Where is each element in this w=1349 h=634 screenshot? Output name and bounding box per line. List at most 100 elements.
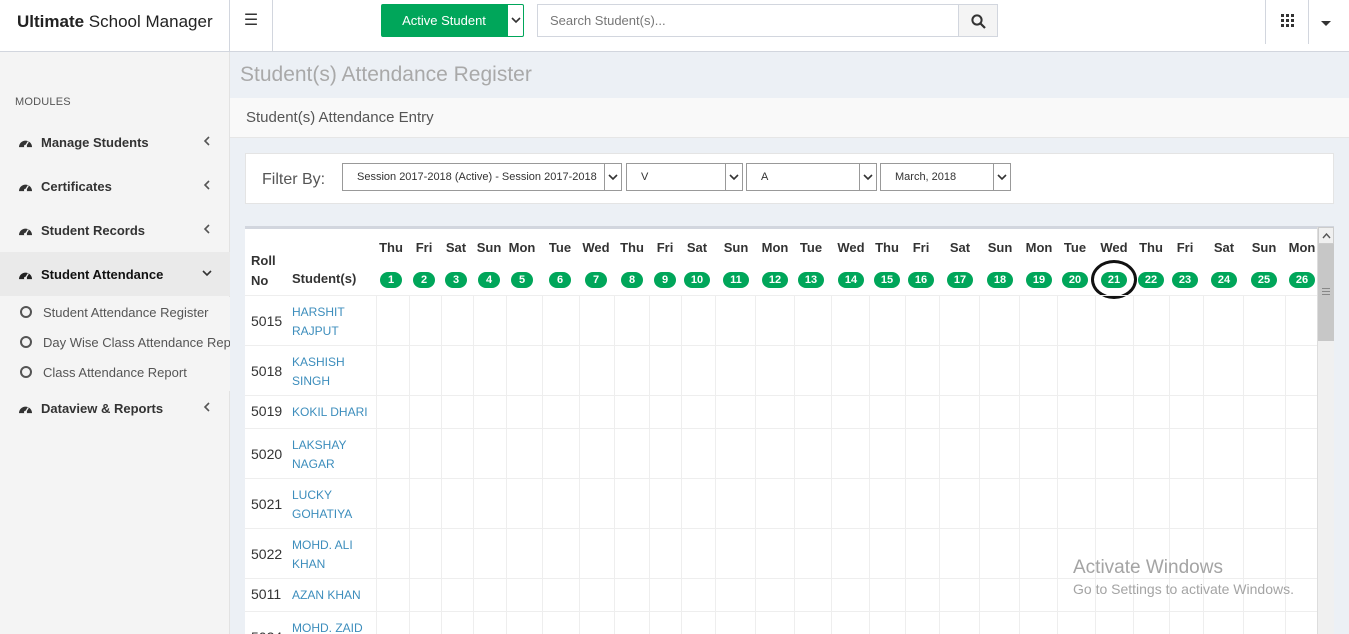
sidebar-item-student-attendance[interactable]: Student Attendance xyxy=(0,252,230,296)
day-number-badge[interactable]: 14 xyxy=(838,272,864,288)
day-name-header: Sat xyxy=(949,240,971,255)
section-value: A xyxy=(761,171,769,183)
sidebar-item-label: Dataview & Reports xyxy=(41,400,164,416)
session-select[interactable]: Session 2017-2018 (Active) - Session 201… xyxy=(342,163,622,191)
day-number-badge[interactable]: 15 xyxy=(874,272,900,288)
chevron-down-icon xyxy=(608,174,618,181)
day-number-badge[interactable]: 18 xyxy=(987,272,1013,288)
student-header: Student(s) xyxy=(292,271,357,286)
windows-watermark-subtitle: Go to Settings to activate Windows. xyxy=(1073,581,1294,597)
day-number-badge[interactable]: 24 xyxy=(1211,272,1237,288)
student-name-link[interactable]: MOHD. ALI KHAN xyxy=(292,536,372,574)
month-select[interactable]: March, 2018 xyxy=(880,163,1011,191)
top-navbar: Ultimate School Manager ☰ Active Student xyxy=(0,0,1349,52)
roll-number: 5019 xyxy=(251,403,283,419)
active-student-button[interactable]: Active Student xyxy=(381,4,507,37)
day-number-badge[interactable]: 10 xyxy=(684,272,710,288)
day-number-badge[interactable]: 6 xyxy=(549,272,571,288)
roll-number: 5011 xyxy=(251,586,282,602)
scroll-thumb[interactable] xyxy=(1318,244,1334,341)
dashboard-icon xyxy=(19,184,32,192)
day-number-badge[interactable]: 25 xyxy=(1251,272,1277,288)
day-name-header: Mon xyxy=(1288,240,1316,255)
day-number-badge[interactable]: 19 xyxy=(1026,272,1052,288)
search-button[interactable] xyxy=(958,4,998,37)
chevron-down-icon xyxy=(863,174,873,181)
day-number-badge[interactable]: 21 xyxy=(1101,272,1127,288)
roll-number: 5022 xyxy=(251,546,283,562)
select-arrow xyxy=(859,164,876,190)
sidebar-item-label: Student Records xyxy=(41,222,146,238)
day-number-badge[interactable]: 2 xyxy=(413,272,435,288)
sidebar-item-dataview-reports[interactable]: Dataview & Reports xyxy=(0,386,230,430)
sidebar-section-label: MODULES xyxy=(15,96,71,108)
submenu-label: Student Attendance Register xyxy=(43,304,209,320)
day-number-badge[interactable]: 22 xyxy=(1138,272,1164,288)
chevron-left-icon xyxy=(203,180,210,190)
sidebar-item-label: Certificates xyxy=(41,178,112,194)
grid-row-line xyxy=(245,428,1317,429)
sidebar-item-label: Student Attendance xyxy=(41,266,164,282)
day-name-header: Tue xyxy=(1063,240,1087,255)
class-select[interactable]: V xyxy=(626,163,743,191)
windows-watermark-title: Activate Windows xyxy=(1073,557,1223,578)
roll-number: 5021 xyxy=(251,496,283,512)
day-number-badge[interactable]: 7 xyxy=(585,272,607,288)
day-number-badge[interactable]: 1 xyxy=(380,272,402,288)
day-number-badge[interactable]: 8 xyxy=(621,272,643,288)
day-number-badge[interactable]: 12 xyxy=(762,272,788,288)
submenu-student-attendance-register[interactable]: Student Attendance Register xyxy=(20,297,230,327)
day-name-header: Mon xyxy=(1025,240,1053,255)
apps-grid-button[interactable] xyxy=(1265,0,1309,44)
day-number-badge[interactable]: 5 xyxy=(511,272,533,288)
student-name-link[interactable]: MOHD. ZAID xyxy=(292,619,372,634)
student-name-link[interactable]: KASHISH SINGH xyxy=(292,353,372,391)
student-name-link[interactable]: LAKSHAY NAGAR xyxy=(292,436,372,474)
scroll-up-button[interactable] xyxy=(1318,227,1334,244)
roll-header-line1: Roll xyxy=(251,253,276,268)
submenu-day-wise-class-attendance-report[interactable]: Day Wise Class Attendance Report xyxy=(20,327,230,357)
day-name-header: Sun xyxy=(1251,240,1277,255)
day-name-header: Tue xyxy=(548,240,572,255)
caret-down-icon xyxy=(1321,21,1331,26)
roll-number: 5018 xyxy=(251,363,283,379)
section-select[interactable]: A xyxy=(746,163,877,191)
active-student-dropdown-toggle[interactable] xyxy=(507,4,524,37)
student-name-link[interactable]: KOKIL DHARI xyxy=(292,403,372,422)
search-icon xyxy=(971,14,986,29)
user-menu-toggle[interactable] xyxy=(1320,14,1340,30)
day-number-badge[interactable]: 17 xyxy=(947,272,973,288)
grid-icon xyxy=(1281,14,1294,27)
chevron-down-icon xyxy=(729,174,739,181)
student-name-link[interactable]: HARSHIT RAJPUT xyxy=(292,303,372,341)
day-number-badge[interactable]: 20 xyxy=(1062,272,1088,288)
circle-icon xyxy=(20,306,32,318)
day-number-badge[interactable]: 9 xyxy=(654,272,676,288)
student-name-link[interactable]: LUCKY GOHATIYA xyxy=(292,486,372,524)
sidebar-item-student-records[interactable]: Student Records xyxy=(0,208,230,252)
day-name-header: Wed xyxy=(582,240,610,255)
day-number-badge[interactable]: 3 xyxy=(445,272,467,288)
roll-number: 5020 xyxy=(251,446,283,462)
day-number-badge[interactable]: 11 xyxy=(723,272,749,288)
student-name-link[interactable]: AZAN KHAN xyxy=(292,586,372,605)
sidebar-item-certificates[interactable]: Certificates xyxy=(0,164,230,208)
chevron-left-icon xyxy=(203,136,210,146)
submenu-class-attendance-report[interactable]: Class Attendance Report xyxy=(20,357,230,387)
day-number-badge[interactable]: 26 xyxy=(1289,272,1315,288)
dashboard-icon xyxy=(19,406,32,414)
sidebar-toggle-icon[interactable]: ☰ xyxy=(230,0,273,52)
vertical-scrollbar[interactable] xyxy=(1317,227,1334,634)
day-number-badge[interactable]: 13 xyxy=(798,272,824,288)
sidebar-item-manage-students[interactable]: Manage Students xyxy=(0,120,230,164)
day-number-badge[interactable]: 16 xyxy=(908,272,934,288)
grid-row-line xyxy=(245,395,1317,396)
day-number-badge[interactable]: 4 xyxy=(478,272,500,288)
roll-header-line2: No xyxy=(251,273,269,288)
day-name-header: Wed xyxy=(837,240,865,255)
app-brand[interactable]: Ultimate School Manager xyxy=(0,0,230,52)
day-number-badge[interactable]: 23 xyxy=(1172,272,1198,288)
search-input[interactable] xyxy=(537,4,959,37)
chevron-up-icon xyxy=(1322,233,1331,239)
entry-header: Student(s) Attendance Entry xyxy=(230,98,1349,138)
